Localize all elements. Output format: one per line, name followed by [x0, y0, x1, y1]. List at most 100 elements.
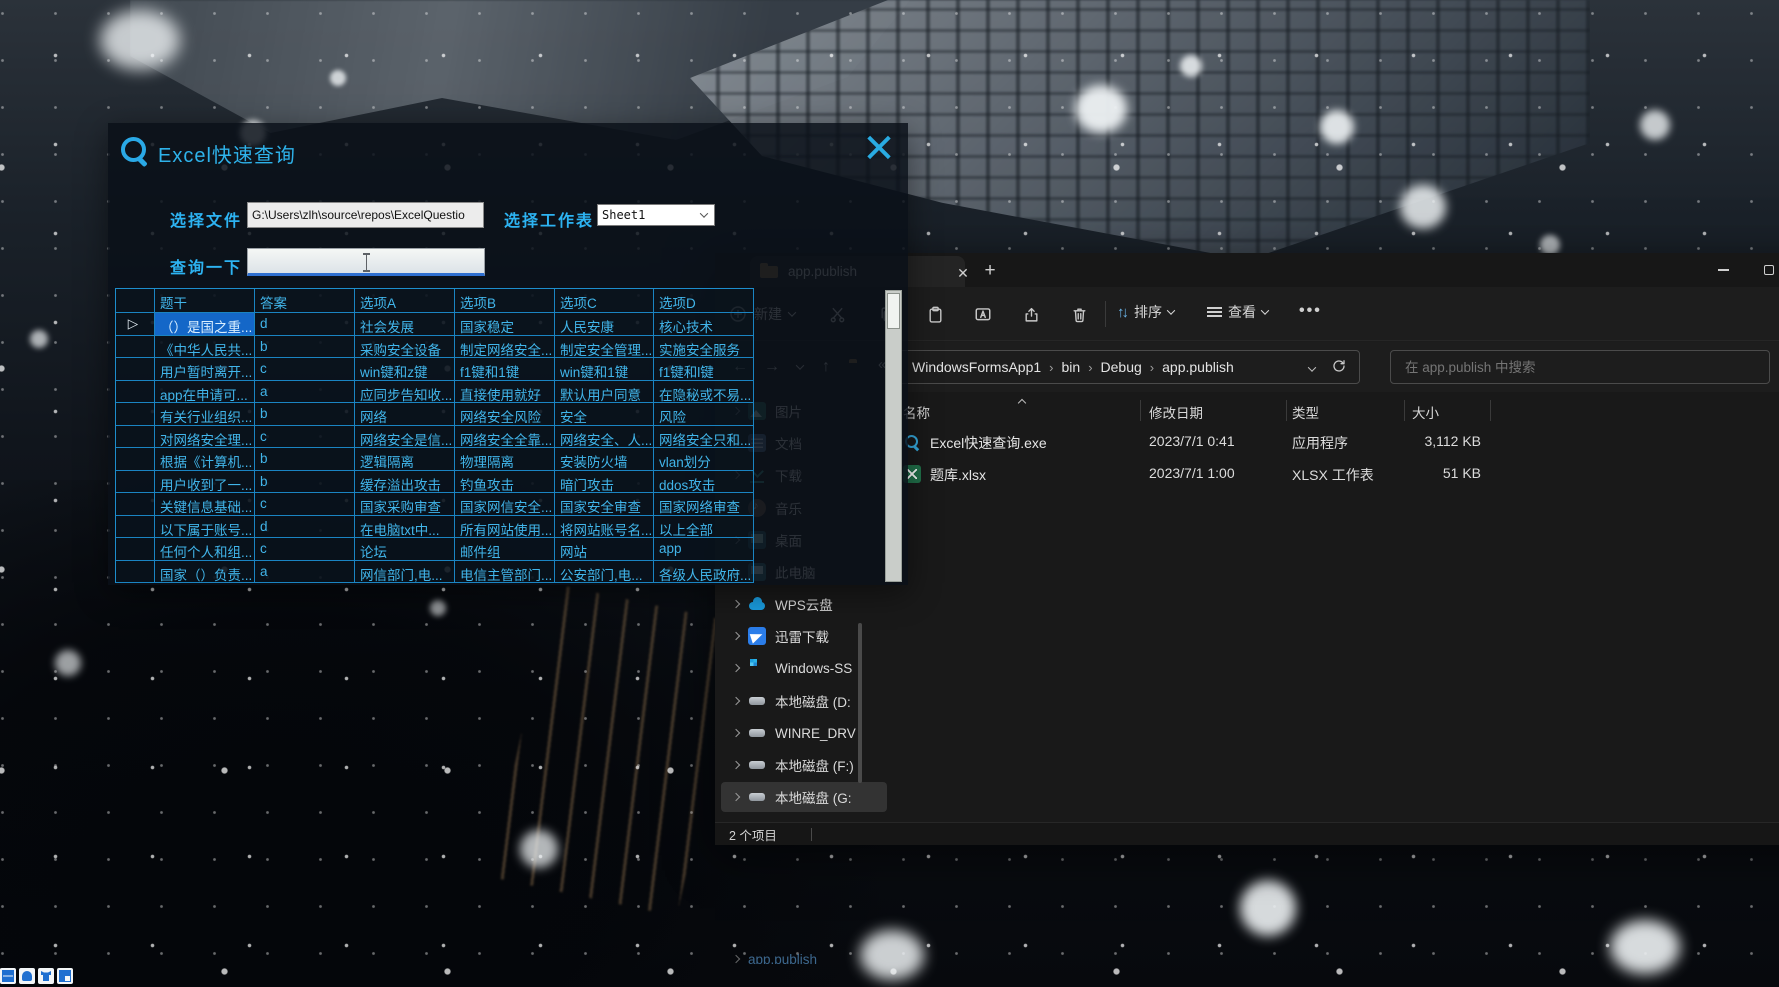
grid-cell[interactable]: b	[255, 448, 355, 471]
grid-cell[interactable]: 用户暂时离开...	[155, 358, 255, 381]
grid-cell[interactable]: 直接使用就好	[455, 381, 555, 404]
sidebar-item-WPS云盘[interactable]: WPS云盘	[721, 589, 887, 619]
grid-cell[interactable]: 《中华人民共...	[155, 336, 255, 359]
grid-cell[interactable]: 在隐秘或不易...	[654, 381, 754, 404]
refresh-icon[interactable]	[1323, 358, 1351, 377]
more-options-button[interactable]: •••	[1299, 302, 1322, 320]
grid-cell[interactable]: （）是国之重...	[155, 313, 255, 336]
share-button[interactable]	[1019, 302, 1043, 326]
grid-cell[interactable]: 所有网站使用...	[455, 516, 555, 539]
row-header-cell[interactable]	[116, 403, 155, 426]
grid-cell[interactable]: c	[255, 538, 355, 561]
grid-cell[interactable]: 在电脑txt中...	[355, 516, 455, 539]
grid-cell[interactable]: 安全	[555, 403, 654, 426]
row-header-cell[interactable]	[116, 516, 155, 539]
grid-cell[interactable]: 对网络安全理...	[155, 426, 255, 449]
breadcrumb-item[interactable]: Debug	[1095, 359, 1148, 375]
sidebar-item-本地磁盘 (F:)[interactable]: 本地磁盘 (F:)	[721, 750, 887, 780]
grid-cell[interactable]: 以下属于账号...	[155, 516, 255, 539]
row-header-cell[interactable]	[116, 538, 155, 561]
row-header-cell[interactable]	[116, 358, 155, 381]
grid-cell[interactable]: 网络安全、人...	[555, 426, 654, 449]
breadcrumb-item[interactable]: WindowsFormsApp1	[906, 359, 1047, 375]
taskbar-icon-grid[interactable]	[57, 968, 73, 984]
grid-cell[interactable]: 各级人民政府...	[654, 561, 754, 584]
tab-close-icon[interactable]: ✕	[952, 262, 974, 284]
grid-header-cell[interactable]: 答案	[255, 289, 355, 313]
grid-header-cell[interactable]: 选项D	[654, 289, 754, 313]
grid-cell[interactable]: 关键信息基础...	[155, 493, 255, 516]
grid-cell[interactable]: 社会发展	[355, 313, 455, 336]
grid-cell[interactable]: vlan划分	[654, 448, 754, 471]
grid-cell[interactable]: 国家采购审查	[355, 493, 455, 516]
grid-cell[interactable]: app在申请可...	[155, 381, 255, 404]
file-path-input[interactable]: G:\Users\zlh\source\repos\ExcelQuestio	[247, 202, 484, 228]
delete-button[interactable]	[1067, 302, 1091, 326]
sidebar-item-WINRE_DRV[interactable]: WINRE_DRV	[721, 718, 887, 748]
file-row[interactable]: Excel快速查询.exe2023/7/1 0:41应用程序3,112 KB	[895, 426, 1779, 458]
grid-scrollbar-thumb[interactable]	[887, 293, 900, 329]
grid-cell[interactable]: 制定网络安全...	[455, 336, 555, 359]
grid-cell[interactable]: f1键和l键	[654, 358, 754, 381]
chevron-right-icon[interactable]	[732, 600, 740, 608]
column-header-size[interactable]: 大小	[1412, 402, 1439, 422]
grid-cell[interactable]: 邮件组	[455, 538, 555, 561]
sidebar-item-本地磁盘 (D:[interactable]: 本地磁盘 (D:	[721, 686, 887, 716]
grid-cell[interactable]: 安装防火墙	[555, 448, 654, 471]
grid-cell[interactable]: a	[255, 561, 355, 584]
column-header-type[interactable]: 类型	[1292, 402, 1319, 422]
chevron-right-icon[interactable]	[732, 955, 740, 963]
grid-cell[interactable]: 国家安全审查	[555, 493, 654, 516]
paste-button[interactable]	[923, 302, 947, 326]
grid-cell[interactable]: b	[255, 336, 355, 359]
grid-cell[interactable]: d	[255, 516, 355, 539]
chevron-right-icon[interactable]	[732, 697, 740, 705]
sidebar-item-app.publish[interactable]: app.publish	[721, 954, 887, 964]
grid-cell[interactable]: 网络安全只和...	[654, 426, 754, 449]
sort-button[interactable]: ↑↓ 排序	[1117, 302, 1174, 322]
sidebar-item-本地磁盘 (G:[interactable]: 本地磁盘 (G:	[721, 782, 887, 812]
grid-cell[interactable]: 国家（）负责...	[155, 561, 255, 584]
grid-cell[interactable]: app	[654, 538, 754, 561]
grid-cell[interactable]: 用户收到了一...	[155, 471, 255, 494]
grid-header-cell[interactable]: 选项A	[355, 289, 455, 313]
grid-cell[interactable]: b	[255, 403, 355, 426]
minimize-button[interactable]	[1700, 253, 1746, 287]
worksheet-select[interactable]: Sheet1	[597, 204, 715, 226]
grid-header-cell[interactable]: 题干	[155, 289, 255, 313]
grid-cell[interactable]: 制定安全管理...	[555, 336, 654, 359]
grid-header-cell[interactable]: 选项B	[455, 289, 555, 313]
grid-cell[interactable]: 网络安全风险	[455, 403, 555, 426]
grid-cell[interactable]: c	[255, 493, 355, 516]
app-close-button[interactable]: ✕	[858, 127, 900, 171]
grid-cell[interactable]: 任何个人和组...	[155, 538, 255, 561]
grid-cell[interactable]: c	[255, 426, 355, 449]
grid-cell[interactable]: 缓存溢出攻击	[355, 471, 455, 494]
grid-cell[interactable]: win键和1键	[555, 358, 654, 381]
grid-cell[interactable]: 物理隔离	[455, 448, 555, 471]
chevron-right-icon[interactable]	[732, 793, 740, 801]
grid-cell[interactable]: 网络安全是信...	[355, 426, 455, 449]
grid-cell[interactable]: ddos攻击	[654, 471, 754, 494]
file-row[interactable]: 题库.xlsx2023/7/1 1:00XLSX 工作表51 KB	[895, 458, 1779, 490]
grid-cell[interactable]: 国家网络审查	[654, 493, 754, 516]
breadcrumb-item[interactable]: app.publish	[1156, 359, 1240, 375]
grid-cell[interactable]: f1键和1键	[455, 358, 555, 381]
rename-button[interactable]	[971, 302, 995, 326]
grid-cell[interactable]: a	[255, 381, 355, 404]
grid-cell[interactable]: 网络安全全靠...	[455, 426, 555, 449]
grid-scrollbar[interactable]	[885, 290, 902, 582]
taskbar-icon-shirt[interactable]	[38, 968, 54, 984]
chevron-right-icon[interactable]	[732, 664, 740, 672]
grid-cell[interactable]: 核心技术	[654, 313, 754, 336]
view-button[interactable]: 查看	[1207, 302, 1268, 322]
grid-cell[interactable]: 电信主管部门...	[455, 561, 555, 584]
grid-cell[interactable]: 风险	[654, 403, 754, 426]
grid-cell[interactable]: 网信部门,电...	[355, 561, 455, 584]
taskbar-icon-window[interactable]	[0, 968, 16, 984]
grid-cell[interactable]: 国家网信安全...	[455, 493, 555, 516]
row-header-cell[interactable]	[116, 471, 155, 494]
grid-cell[interactable]: 人民安康	[555, 313, 654, 336]
chevron-right-icon[interactable]	[732, 761, 740, 769]
row-header-cell[interactable]: ▷	[116, 313, 155, 336]
